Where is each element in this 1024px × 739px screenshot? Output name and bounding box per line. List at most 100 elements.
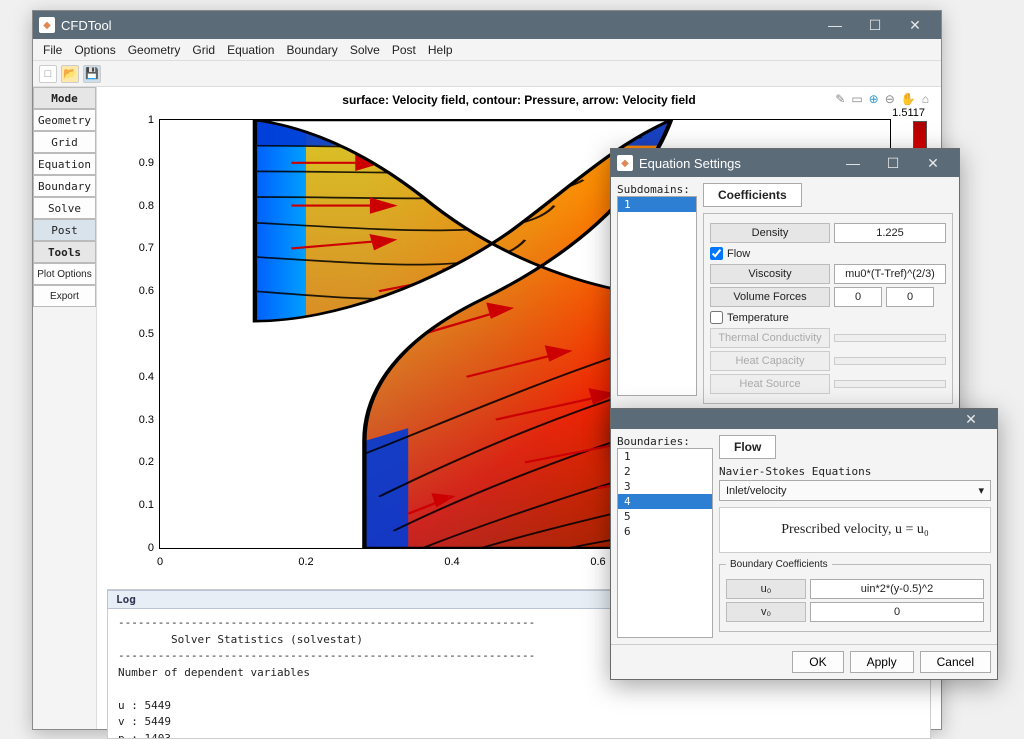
volumeforces-label: Volume Forces	[710, 287, 830, 307]
tab-coefficients[interactable]: Coefficients	[703, 183, 802, 207]
edit-icon[interactable]: ✎	[833, 91, 847, 107]
zoom-out-icon[interactable]: ⊖	[883, 91, 897, 107]
ytick: 0	[126, 542, 154, 554]
menu-file[interactable]: File	[37, 41, 68, 59]
thermal-conductivity-input	[834, 334, 946, 342]
home-icon[interactable]: ⌂	[920, 91, 931, 107]
close-button[interactable]: ✕	[913, 152, 953, 174]
ytick: 0.2	[126, 456, 154, 468]
viscosity-input[interactable]: mu0*(T-Tref)^(2/3)	[834, 264, 946, 284]
dialog-title: Equation Settings	[639, 156, 741, 171]
list-item[interactable]: 1	[618, 449, 712, 464]
boundary-type-select[interactable]: Inlet/velocity ▾	[719, 480, 991, 501]
menu-geometry[interactable]: Geometry	[122, 41, 187, 59]
u0-input[interactable]: uin*2*(y-0.5)^2	[810, 579, 984, 599]
ytick: 0.6	[126, 285, 154, 297]
heat-source-input	[834, 380, 946, 388]
boundaries-list[interactable]: 1 2 3 4 5 6	[617, 448, 713, 638]
sidebar-mode-header: Mode	[33, 87, 96, 109]
apply-button[interactable]: Apply	[850, 651, 914, 673]
density-label: Density	[710, 223, 830, 243]
subdomains-list[interactable]: 1	[617, 196, 697, 396]
list-item[interactable]: 5	[618, 509, 712, 524]
cancel-button[interactable]: Cancel	[920, 651, 991, 673]
ok-button[interactable]: OK	[792, 651, 843, 673]
equation-display: Prescribed velocity, u = u₀	[719, 507, 991, 553]
close-button[interactable]: ✕	[951, 410, 991, 428]
boundary-settings-dialog: ✕ Boundaries: 1 2 3 4 5 6 Flow Navier-St…	[610, 408, 998, 680]
menu-grid[interactable]: Grid	[186, 41, 221, 59]
volumeforce-x-input[interactable]: 0	[834, 287, 882, 307]
xtick: 0.4	[444, 556, 459, 568]
titlebar: ◆ CFDTool — ☐ ✕	[33, 11, 941, 39]
equation-settings-dialog: ◆ Equation Settings — ☐ ✕ Subdomains: 1 …	[610, 148, 960, 446]
select-icon[interactable]: ▭	[849, 91, 864, 107]
open-icon[interactable]: 📂	[61, 65, 79, 83]
menu-equation[interactable]: Equation	[221, 41, 280, 59]
menu-boundary[interactable]: Boundary	[280, 41, 343, 59]
menu-post[interactable]: Post	[386, 41, 422, 59]
equation-family: Navier-Stokes Equations	[719, 465, 991, 478]
save-icon[interactable]: 💾	[83, 65, 101, 83]
ytick: 0.8	[126, 200, 154, 212]
ytick: 0.5	[126, 328, 154, 340]
density-input[interactable]: 1.225	[834, 223, 946, 243]
ytick: 1	[126, 114, 154, 126]
heat-source-label: Heat Source	[710, 374, 830, 394]
sidebar-geometry[interactable]: Geometry	[33, 109, 96, 131]
plot-toolbar: ✎ ▭ ⊕ ⊖ ✋ ⌂	[833, 91, 931, 107]
sidebar-equation[interactable]: Equation	[33, 153, 96, 175]
temperature-checkbox[interactable]	[710, 311, 723, 324]
sidebar-tools-header: Tools	[33, 241, 96, 263]
menubar: File Options Geometry Grid Equation Boun…	[33, 39, 941, 61]
sidebar-plot-options[interactable]: Plot Options	[33, 263, 96, 285]
app-icon: ◆	[617, 155, 633, 171]
sidebar-grid[interactable]: Grid	[33, 131, 96, 153]
flow-checkbox[interactable]	[710, 247, 723, 260]
xtick: 0.6	[590, 556, 605, 568]
viscosity-label: Viscosity	[710, 264, 830, 284]
app-icon: ◆	[39, 17, 55, 33]
volumeforce-y-input[interactable]: 0	[886, 287, 934, 307]
app-title: CFDTool	[61, 18, 112, 33]
u0-label: u₀	[726, 579, 806, 599]
boundary-coefficients-legend: Boundary Coefficients	[726, 559, 832, 570]
boundary-type-value: Inlet/velocity	[726, 485, 787, 497]
temperature-label: Temperature	[727, 312, 789, 324]
v0-label: v₀	[726, 602, 806, 622]
tab-flow[interactable]: Flow	[719, 435, 776, 459]
menu-help[interactable]: Help	[422, 41, 459, 59]
maximize-button[interactable]: ☐	[855, 14, 895, 36]
heat-capacity-label: Heat Capacity	[710, 351, 830, 371]
list-item[interactable]: 2	[618, 464, 712, 479]
toolbar: □ 📂 💾	[33, 61, 941, 87]
minimize-button[interactable]: —	[815, 14, 855, 36]
boundaries-label: Boundaries:	[617, 435, 713, 448]
thermal-conductivity-label: Thermal Conductivity	[710, 328, 830, 348]
list-item[interactable]: 4	[618, 494, 712, 509]
ytick: 0.9	[126, 157, 154, 169]
sidebar-export[interactable]: Export	[33, 285, 96, 307]
v0-input[interactable]: 0	[810, 602, 984, 622]
minimize-button[interactable]: —	[833, 152, 873, 174]
plot-title: surface: Velocity field, contour: Pressu…	[107, 93, 931, 107]
sidebar-post[interactable]: Post	[33, 219, 96, 241]
heat-capacity-input	[834, 357, 946, 365]
list-item[interactable]: 1	[618, 197, 696, 212]
list-item[interactable]: 3	[618, 479, 712, 494]
xtick: 0	[157, 556, 163, 568]
menu-options[interactable]: Options	[68, 41, 121, 59]
ytick: 0.3	[126, 414, 154, 426]
sidebar-boundary[interactable]: Boundary	[33, 175, 96, 197]
maximize-button[interactable]: ☐	[873, 152, 913, 174]
subdomains-label: Subdomains:	[617, 183, 697, 196]
sidebar-solve[interactable]: Solve	[33, 197, 96, 219]
menu-solve[interactable]: Solve	[344, 41, 386, 59]
close-button[interactable]: ✕	[895, 14, 935, 36]
pan-icon[interactable]: ✋	[899, 91, 918, 107]
zoom-in-icon[interactable]: ⊕	[867, 91, 881, 107]
list-item[interactable]: 6	[618, 524, 712, 539]
colorbar-max: 1.5117	[892, 107, 925, 119]
new-icon[interactable]: □	[39, 65, 57, 83]
ytick: 0.7	[126, 242, 154, 254]
